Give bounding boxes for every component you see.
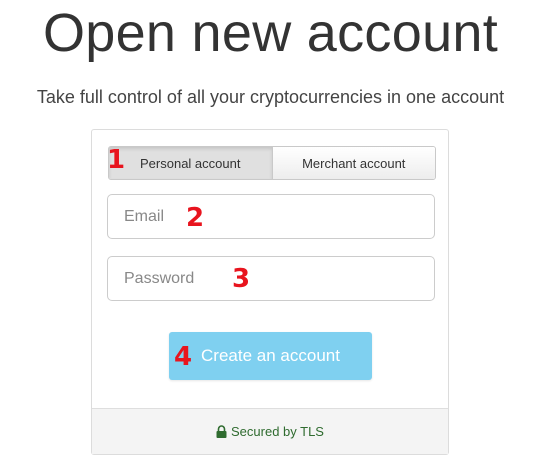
annotation-marker-3: 3 xyxy=(232,264,251,294)
annotation-marker-2: 2 xyxy=(186,203,205,233)
annotation-marker-4: 4 xyxy=(174,342,193,372)
security-label: Secured by TLS xyxy=(231,424,324,439)
account-type-tabs: Personal account Merchant account xyxy=(108,146,436,180)
page-subtitle: Take full control of all your cryptocurr… xyxy=(36,87,505,107)
password-field[interactable] xyxy=(107,256,435,301)
create-account-button[interactable]: Create an account xyxy=(169,332,372,380)
page-title: Open new account xyxy=(42,3,499,63)
annotation-marker-1: 1 xyxy=(107,145,126,175)
lock-icon xyxy=(216,425,227,438)
signup-page: Open new account Take full control of al… xyxy=(0,0,541,456)
signup-card: Personal account Merchant account Create… xyxy=(91,129,449,455)
tab-merchant-account[interactable]: Merchant account xyxy=(271,147,435,179)
security-footer: Secured by TLS xyxy=(92,408,448,454)
tab-personal-account[interactable]: Personal account xyxy=(109,147,272,179)
email-field[interactable] xyxy=(107,194,435,239)
